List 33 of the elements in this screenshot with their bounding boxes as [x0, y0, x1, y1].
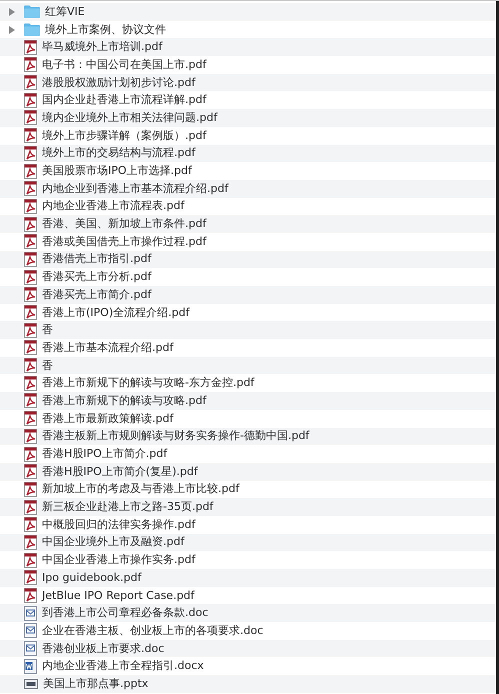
file-name[interactable]: 香港上市(IPO)全流程介绍.pdf	[42, 306, 190, 320]
file-name[interactable]: Ipo guidebook.pdf	[42, 570, 142, 585]
file-name[interactable]: 国内企业赴香港上市流程详解.pdf	[42, 93, 206, 108]
file-name[interactable]: 中概股回归的法律实务操作.pdf	[42, 518, 196, 532]
file-name[interactable]: 内地企业香港上市流程表.pdf	[42, 199, 184, 214]
file-name[interactable]: 境外上市步骤详解（案例版）.pdf	[42, 128, 206, 143]
file-name[interactable]: 香港买壳上市分析.pdf	[42, 270, 152, 284]
file-name[interactable]: 香港或美国借壳上市操作过程.pdf	[42, 234, 206, 249]
file-name[interactable]: 香港创业板上市要求.doc	[42, 642, 164, 656]
file-name[interactable]: 毕马威境外上市培训.pdf	[42, 40, 162, 54]
file-name[interactable]: 内地企业香港上市全程指引.docx	[42, 659, 204, 674]
file-name[interactable]: 香港上市新规下的解读与攻略-东方金控.pdf	[42, 376, 254, 390]
presentation-icon	[24, 678, 38, 690]
file-name[interactable]: 境外上市案例、协议文件	[45, 22, 166, 37]
folder-icon	[24, 5, 40, 18]
file-name[interactable]: 新加坡上市的考虑及与香港上市比较.pdf	[42, 482, 240, 496]
file-name[interactable]: 香港上市最新政策解读.pdf	[42, 412, 174, 426]
file-name[interactable]: 香	[42, 358, 53, 373]
folder-icon	[24, 23, 40, 36]
disclosure-triangle-icon[interactable]	[8, 8, 16, 16]
file-name[interactable]: 美国上市那点事.pptx	[43, 676, 148, 691]
file-name[interactable]: 香港上市基本流程介绍.pdf	[42, 340, 174, 355]
file-name[interactable]: 红筹VIE	[45, 4, 85, 19]
file-name[interactable]: 香	[42, 323, 53, 338]
file-name[interactable]: 电子书：中国公司在美国上市.pdf	[42, 58, 206, 72]
file-name[interactable]: 香港借壳上市指引.pdf	[42, 252, 152, 266]
file-name[interactable]: 香港买壳上市简介.pdf	[42, 288, 152, 302]
file-name[interactable]: 美国股票市场IPO上市选择.pdf	[42, 164, 192, 178]
file-name[interactable]: 中国企业香港上市操作实务.pdf	[42, 553, 196, 568]
file-name[interactable]: 企业在香港主板、创业板上市的各项要求.doc	[42, 624, 264, 638]
file-name[interactable]: 香港H股IPO上市简介.pdf	[42, 447, 168, 462]
disclosure-triangle-icon[interactable]	[8, 26, 16, 34]
file-name[interactable]: JetBlue IPO Report Case.pdf	[42, 588, 194, 603]
